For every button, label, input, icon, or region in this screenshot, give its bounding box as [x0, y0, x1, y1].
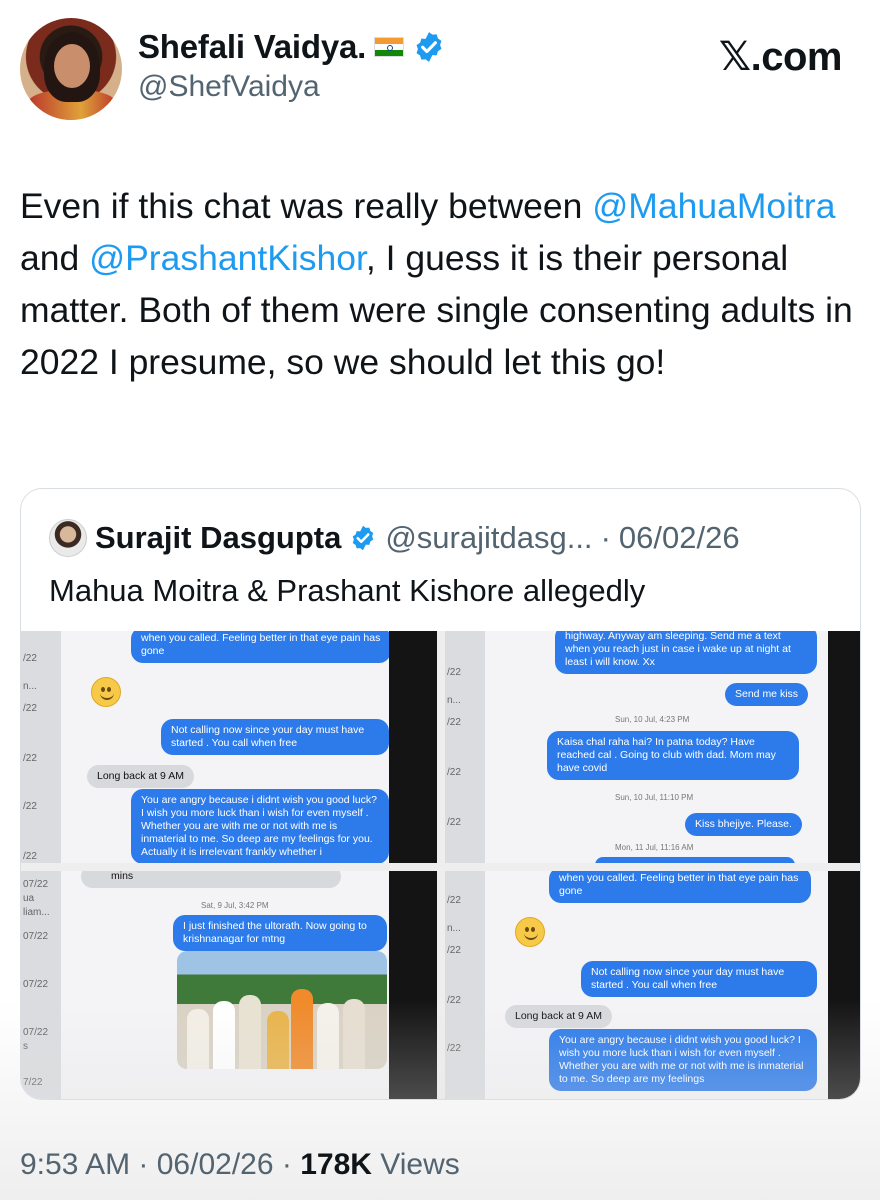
- smiley-emoji-icon: [515, 917, 545, 947]
- side-label: n...: [23, 681, 37, 692]
- side-label: /22: [23, 703, 37, 714]
- side-label: 07/22: [23, 879, 49, 890]
- x-com-logo: 𝕏.com: [718, 35, 843, 79]
- side-label: 07/22: [23, 979, 49, 990]
- chat-screenshot[interactable]: /22 n... /22 /22 /22 highway. Anyway am …: [445, 631, 860, 863]
- attached-photo[interactable]: [177, 951, 387, 1069]
- message-bubble: Not calling now since your day must have…: [161, 719, 389, 755]
- tweet-time[interactable]: 9:53 AM: [20, 1148, 130, 1181]
- verified-badge-icon: [416, 32, 442, 62]
- views-count: 178K: [300, 1148, 372, 1181]
- message-timestamp: Sun, 10 Jul, 11:10 PM: [615, 793, 694, 802]
- author-handle[interactable]: @ShefVaidya: [138, 70, 446, 104]
- phone-bezel: [389, 871, 437, 1099]
- quoted-author-handle[interactable]: @surajitdasg...: [385, 520, 592, 556]
- message-bubble: Not calling now since your day must have…: [581, 961, 817, 997]
- chat-area: mins Sat, 9 Jul, 3:42 PM I just finished…: [61, 871, 389, 1099]
- tweet-metadata: 9:53 AM · 06/02/26 · 178K Views: [20, 1148, 460, 1182]
- message-timestamp: Sun, 10 Jul, 4:23 PM: [615, 715, 690, 724]
- side-label: liam...: [23, 907, 50, 918]
- message-bubble: highway. Anyway am sleeping. Send me a t…: [555, 631, 817, 674]
- message-timestamp: Mon, 11 Jul, 11:16 AM: [615, 843, 694, 852]
- author-name[interactable]: Shefali Vaidya.: [138, 28, 366, 66]
- side-label: ua: [23, 893, 35, 904]
- message-bubble: Kiss bhejiye. Please.: [685, 813, 802, 836]
- dot-separator: ·: [273, 1148, 301, 1181]
- side-label: n...: [447, 923, 461, 934]
- message-bubble: mins: [81, 871, 341, 888]
- chat-screenshot[interactable]: 07/22 ua liam... 07/22 07/22 07/22 s 7/2…: [21, 871, 437, 1099]
- quoted-author-avatar[interactable]: [49, 519, 87, 557]
- mention-link[interactable]: @PrashantKishor: [89, 238, 366, 278]
- side-label: /22: [23, 753, 37, 764]
- phone-bezel: [828, 871, 860, 1099]
- tweet-text-part: Even if this chat was really between: [20, 186, 593, 226]
- quoted-author-name[interactable]: Surajit Dasgupta: [95, 520, 341, 556]
- side-label: 07/22: [23, 1027, 49, 1038]
- chat-area: highway. Anyway am sleeping. Send me a t…: [485, 631, 828, 863]
- quoted-tweet[interactable]: Surajit Dasgupta @surajitdasg... · 06/02…: [20, 488, 861, 1100]
- quoted-tweet-date[interactable]: 06/02/26: [619, 520, 740, 556]
- phone-bezel: [389, 631, 437, 863]
- tweet-text: Even if this chat was really between @Ma…: [20, 180, 860, 388]
- tweet-text-part: and: [20, 238, 90, 278]
- message-bubble: when you called. Feeling better in that …: [549, 871, 811, 903]
- chat-area: when you called. Feeling better in that …: [61, 631, 391, 863]
- message-bubble: when you called. Feeling better in that …: [131, 631, 391, 663]
- views-label: Views: [371, 1148, 460, 1181]
- message-timestamp: Sat, 9 Jul, 3:42 PM: [201, 901, 269, 910]
- india-flag-icon: [374, 37, 405, 57]
- message-bubble: I just finished the ultorath. Now going …: [173, 915, 387, 951]
- side-label: 07/22: [23, 931, 49, 942]
- side-label: /22: [447, 767, 461, 778]
- chat-area: when you called. Feeling better in that …: [485, 871, 828, 1099]
- message-bubble: Long back at 9 AM: [87, 765, 194, 788]
- message-bubble: Send me kiss: [725, 683, 809, 706]
- side-label: /22: [447, 667, 461, 678]
- dot-separator: ·: [600, 520, 611, 555]
- message-bubble-partial: [595, 857, 795, 863]
- side-label: n...: [447, 695, 461, 706]
- chat-screenshot[interactable]: /22 n... /22 /22 /22 /22 when you called…: [21, 631, 437, 863]
- side-label: /22: [447, 895, 461, 906]
- tweet-header: Shefali Vaidya. @ShefVaidya 𝕏.com: [20, 18, 860, 128]
- verified-badge-icon: [353, 525, 374, 551]
- side-label: /22: [447, 995, 461, 1006]
- quoted-tweet-text: Mahua Moitra & Prashant Kishore allegedl…: [49, 573, 646, 608]
- chat-list-column: 07/22 ua liam... 07/22 07/22 07/22 s 7/2…: [21, 871, 61, 1099]
- message-bubble: You are angry because i didnt wish you g…: [131, 789, 389, 863]
- side-label: /22: [447, 717, 461, 728]
- tweet-date[interactable]: 06/02/26: [157, 1148, 274, 1181]
- smiley-emoji-icon: [91, 677, 121, 707]
- message-bubble: You are angry because i didnt wish you g…: [549, 1029, 817, 1091]
- side-label: /22: [447, 817, 461, 828]
- author-avatar[interactable]: [20, 18, 122, 120]
- dot-separator: ·: [130, 1148, 157, 1181]
- chat-list-column: /22 n... /22 /22 /22 /22: [21, 631, 61, 863]
- side-label: /22: [447, 1043, 461, 1054]
- author-info: Shefali Vaidya. @ShefVaidya: [138, 28, 446, 104]
- side-label: s: [23, 1041, 28, 1052]
- chat-list-column: /22 n... /22 /22 /22: [445, 871, 485, 1099]
- side-label: /22: [23, 653, 37, 664]
- chat-screenshot-grid[interactable]: /22 n... /22 /22 /22 /22 when you called…: [21, 631, 860, 1099]
- mention-link[interactable]: @MahuaMoitra: [592, 186, 835, 226]
- side-label: /22: [23, 801, 37, 812]
- quoted-tweet-header: Surajit Dasgupta @surajitdasg... · 06/02…: [49, 519, 740, 557]
- phone-bezel: [828, 631, 860, 863]
- message-bubble: Kaisa chal raha hai? In patna today? Hav…: [547, 731, 799, 780]
- side-label: /22: [447, 945, 461, 956]
- chat-list-column: /22 n... /22 /22 /22: [445, 631, 485, 863]
- message-bubble: Long back at 9 AM: [505, 1005, 612, 1028]
- side-label: /22: [23, 851, 37, 862]
- side-label: 7/22: [23, 1077, 43, 1088]
- chat-screenshot[interactable]: /22 n... /22 /22 /22 when you called. Fe…: [445, 871, 860, 1099]
